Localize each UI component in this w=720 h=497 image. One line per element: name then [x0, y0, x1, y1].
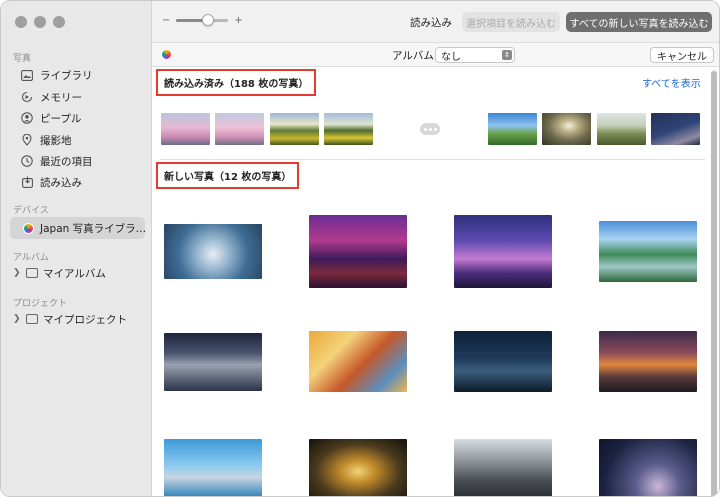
folder-icon	[26, 268, 38, 278]
photos-app-icon	[23, 222, 34, 234]
new-photo-thumbnail[interactable]	[454, 439, 552, 496]
zoom-in-icon[interactable]: +	[234, 15, 242, 26]
sidebar-item-places[interactable]: 撮影地	[21, 130, 72, 150]
import-selected-button[interactable]: 選択項目を読み込む	[462, 12, 560, 32]
zoom-window-button[interactable]	[53, 16, 65, 28]
new-photo-thumbnail[interactable]	[454, 215, 552, 288]
chevron-right-icon[interactable]: ❯	[13, 314, 21, 324]
window-controls	[15, 16, 65, 28]
album-select-value: なし	[441, 51, 461, 63]
device-label: Japan 写真ライブラ…	[40, 222, 145, 235]
album-label: アルバム:	[392, 50, 438, 62]
sidebar-item-label: 撮影地	[40, 134, 72, 147]
sidebar-item-library[interactable]: ライブラリ	[21, 65, 93, 85]
memories-icon	[21, 91, 33, 103]
import-all-new-button[interactable]: すべての新しい写真を読み込む	[566, 12, 712, 32]
new-photo-thumbnail[interactable]	[454, 331, 552, 392]
section-title-devices: デバイス	[13, 206, 49, 216]
section-title-projects: プロジェクト	[13, 299, 68, 309]
sidebar-item-import[interactable]: 読み込み	[21, 172, 82, 192]
section-title-photos: 写真	[13, 54, 32, 64]
imported-thumbnail[interactable]	[161, 113, 210, 145]
imported-thumbnail[interactable]	[488, 113, 537, 145]
zoom-out-icon[interactable]: −	[162, 15, 170, 26]
scrollbar-thumb[interactable]	[711, 71, 717, 496]
my-projects-label: マイプロジェクト	[43, 313, 127, 326]
new-photo-thumbnail[interactable]	[164, 333, 262, 391]
sidebar-item-my-albums[interactable]: ❯ マイアルバム	[13, 264, 106, 282]
new-photo-thumbnail[interactable]	[309, 215, 407, 288]
cancel-button[interactable]: キャンセル	[650, 47, 714, 63]
recents-icon	[21, 155, 33, 167]
new-photo-thumbnail[interactable]	[599, 331, 697, 392]
new-photo-thumbnail[interactable]	[164, 224, 262, 279]
new-photo-thumbnail[interactable]	[309, 331, 407, 392]
sidebar-item-recents[interactable]: 最近の項目	[21, 151, 93, 171]
select-arrows-icon: ⇕	[502, 50, 512, 60]
people-icon	[21, 112, 33, 124]
import-options-bar: アルバム: なし ⇕ キャンセル	[152, 43, 719, 67]
photo-library-icon	[21, 69, 33, 81]
minimize-window-button[interactable]	[34, 16, 46, 28]
sidebar-item-label: ライブラリ	[40, 69, 93, 82]
sidebar-item-label: 最近の項目	[40, 155, 93, 168]
sidebar-item-label: 読み込み	[40, 176, 82, 189]
sidebar-item-label: メモリー	[40, 91, 82, 104]
import-title: 読み込み	[410, 17, 452, 29]
sidebar-item-label: ピープル	[40, 112, 82, 125]
imported-thumbnail[interactable]	[597, 113, 646, 145]
new-photo-thumbnail[interactable]	[309, 439, 407, 496]
imported-thumbnail[interactable]	[215, 113, 264, 145]
zoom-slider[interactable]	[176, 14, 229, 26]
zoom-control: − +	[162, 14, 243, 26]
close-window-button[interactable]	[15, 16, 27, 28]
imported-thumbnail[interactable]	[651, 113, 700, 145]
new-photo-thumbnail[interactable]	[599, 221, 697, 282]
places-icon	[21, 134, 33, 146]
section-divider	[160, 159, 705, 160]
zoom-slider-knob[interactable]	[201, 14, 214, 26]
chevron-right-icon[interactable]: ❯	[13, 268, 21, 278]
imported-thumbnail[interactable]	[542, 113, 591, 145]
photos-app-icon	[161, 49, 172, 60]
import-content: 読み込み済み（188 枚の写真） すべてを表示 新しい写真（12 枚の写真）	[152, 67, 719, 496]
sidebar-item-device[interactable]: Japan 写真ライブラ…	[10, 217, 145, 239]
import-icon	[21, 176, 33, 188]
imported-section-title: 読み込み済み（188 枚の写真）	[156, 69, 317, 96]
sidebar: 写真 ライブラリ メモリー ピープル 撮影地 最近の項目 読み込み デバイス J…	[1, 1, 152, 496]
toolbar: − + 読み込み 選択項目を読み込む すべての新しい写真を読み込む	[152, 1, 719, 43]
album-select[interactable]: なし ⇕	[435, 47, 515, 63]
photos-import-window: 写真 ライブラリ メモリー ピープル 撮影地 最近の項目 読み込み デバイス J…	[0, 0, 720, 497]
imported-thumbnail[interactable]	[324, 113, 373, 145]
show-all-link[interactable]: すべてを表示	[642, 75, 701, 90]
new-photos-section-title: 新しい写真（12 枚の写真）	[156, 162, 300, 189]
scrollbar[interactable]	[711, 69, 717, 496]
sidebar-item-people[interactable]: ピープル	[21, 108, 81, 128]
new-photo-thumbnail[interactable]	[599, 439, 697, 496]
section-title-albums: アルバム	[13, 253, 49, 263]
sidebar-item-memories[interactable]: メモリー	[21, 87, 82, 107]
my-albums-label: マイアルバム	[43, 267, 106, 280]
folder-icon	[26, 314, 38, 324]
more-thumbnails-indicator[interactable]	[420, 123, 440, 135]
new-photo-thumbnail[interactable]	[164, 439, 262, 496]
imported-thumbnail[interactable]	[270, 113, 319, 145]
sidebar-item-my-projects[interactable]: ❯ マイプロジェクト	[13, 310, 127, 328]
